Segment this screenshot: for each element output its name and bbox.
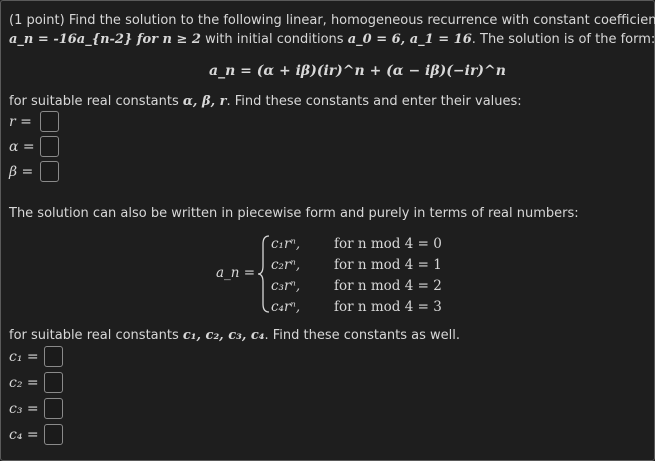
form-formula: a_n = (α + iβ)(ir)^n + (α − iβ)(−ir)^n <box>209 63 506 79</box>
find-text-post: . Find these constants and enter their v… <box>226 94 522 109</box>
with-ic-text: with initial conditions <box>205 32 344 47</box>
case-expr-4: c₄rⁿ, <box>271 299 301 315</box>
answer-input-c1[interactable] <box>44 346 63 367</box>
case-cond-1: for n mod 4 = 0 <box>334 236 442 252</box>
answer-input-c4[interactable] <box>44 424 63 445</box>
case-expr-3: c₃rⁿ, <box>271 278 301 294</box>
case-cond-3: for n mod 4 = 2 <box>334 278 442 294</box>
answer-label-c3: c₃ = <box>9 401 39 417</box>
answer-label-alpha: α = <box>9 139 35 155</box>
case-expr-1: c₁rⁿ, <box>271 236 301 252</box>
final-constants-line: for suitable real constants c₁, c₂, c₃, … <box>9 328 460 343</box>
recurrence-line: a_n = -16a_{n-2} for n ≥ 2 with initial … <box>9 32 655 47</box>
answer-label-beta: β = <box>9 164 34 180</box>
find-constants-line: for suitable real constants α, β, r. Fin… <box>9 94 522 109</box>
recurrence-formula: a_n = -16a_{n-2} for n ≥ 2 <box>9 32 201 47</box>
answer-input-c3[interactable] <box>44 398 63 419</box>
answer-input-r[interactable] <box>40 111 59 132</box>
intro-text: (1 point) Find the solution to the follo… <box>9 13 655 28</box>
answer-label-c4: c₄ = <box>9 427 39 443</box>
initial-conditions: a_0 = 6, a_1 = 16 <box>347 32 472 47</box>
answer-input-beta[interactable] <box>40 161 59 182</box>
form-text: . The solution is of the form: <box>471 32 655 47</box>
final-consts: c₁, c₂, c₃, c₄ <box>182 328 265 343</box>
case-cond-4: for n mod 4 = 3 <box>334 299 442 315</box>
find-consts: α, β, r <box>182 94 227 109</box>
answer-label-c2: c₂ = <box>9 375 39 391</box>
piecewise-intro: The solution can also be written in piec… <box>9 206 579 221</box>
case-cond-2: for n mod 4 = 1 <box>334 257 442 273</box>
piecewise-lhs: a_n = <box>216 265 256 281</box>
case-expr-2: c₂rⁿ, <box>271 257 301 273</box>
answer-input-c2[interactable] <box>44 372 63 393</box>
find-text-pre: for suitable real constants <box>9 94 179 109</box>
problem-panel: (1 point) Find the solution to the follo… <box>0 0 655 461</box>
answer-input-alpha[interactable] <box>40 136 59 157</box>
final-text-pre: for suitable real constants <box>9 328 179 343</box>
answer-label-r: r = <box>9 114 32 130</box>
answer-label-c1: c₁ = <box>9 349 39 365</box>
left-brace-icon <box>257 235 270 313</box>
final-text-post: . Find these constants as well. <box>264 328 461 343</box>
